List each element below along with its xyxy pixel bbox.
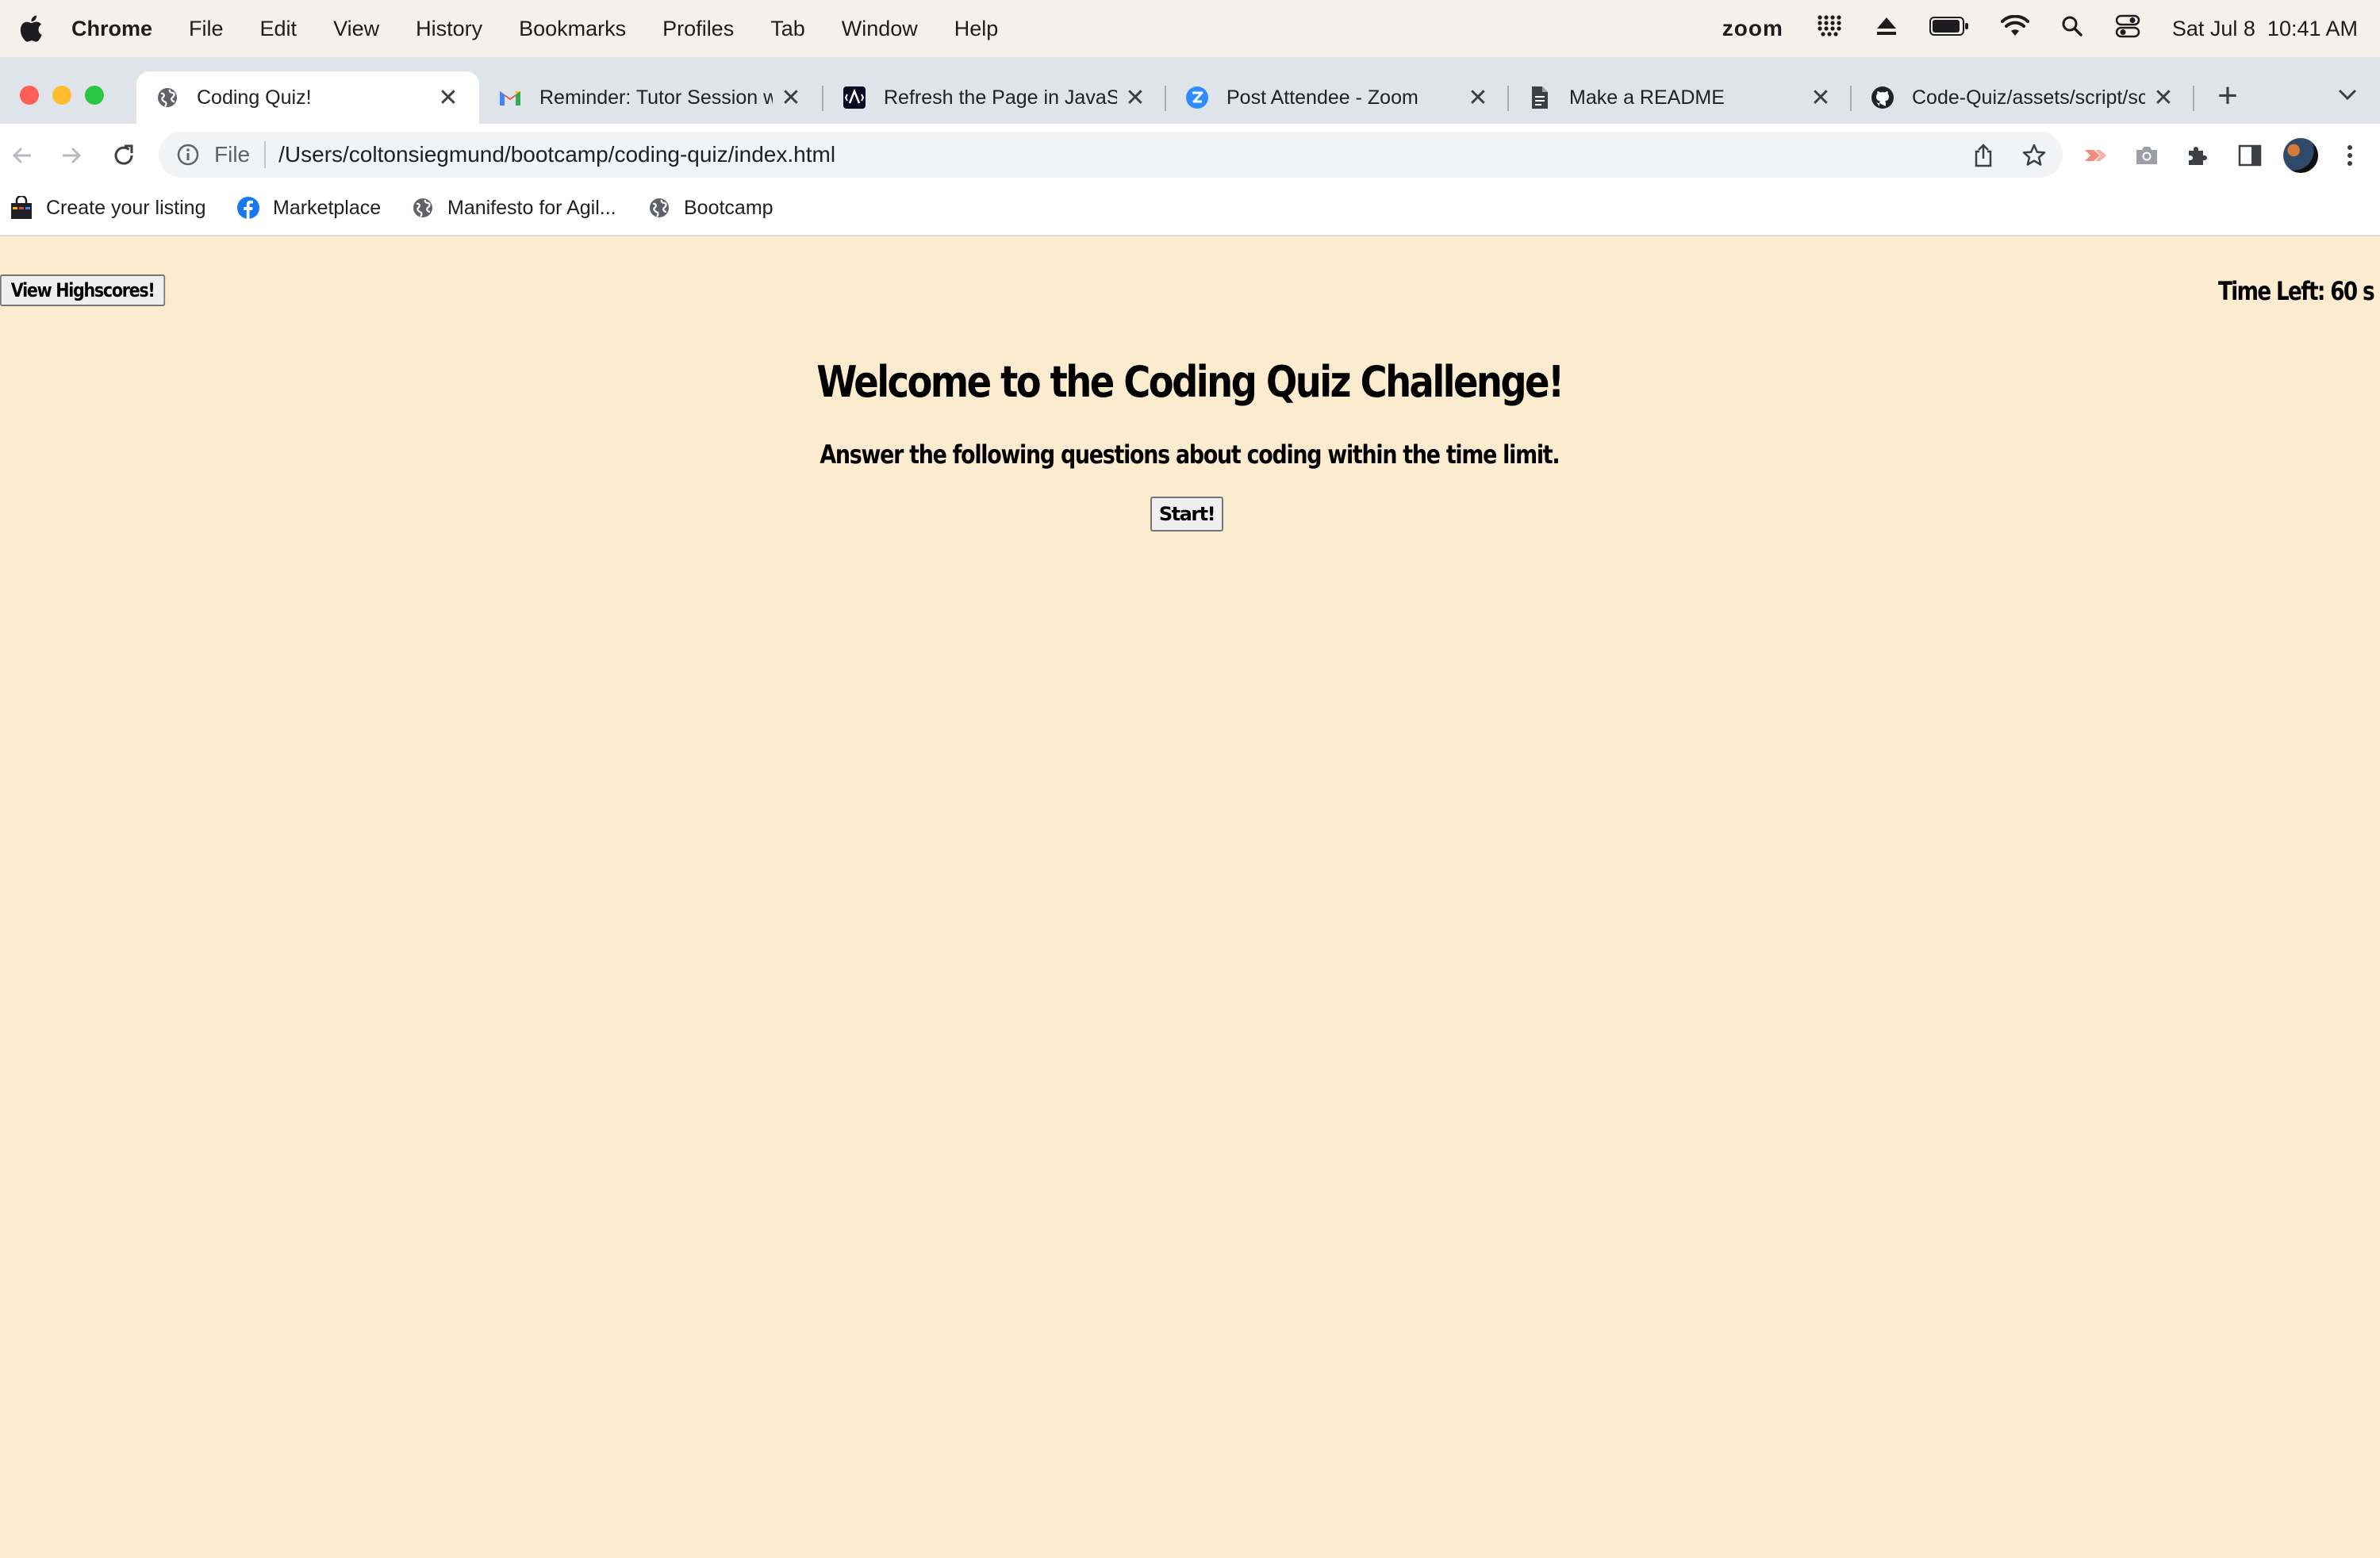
extensions-puzzle-icon[interactable] [2183, 141, 2212, 170]
macos-menu-bar: Chrome File Edit View History Bookmarks … [0, 0, 2380, 57]
tab-make-readme[interactable]: Make a README ✕ [1509, 71, 1852, 124]
facebook-icon [236, 196, 260, 220]
menu-tab[interactable]: Tab [770, 17, 805, 41]
profile-avatar[interactable] [2283, 138, 2318, 173]
close-tab-icon[interactable]: ✕ [2152, 84, 2175, 112]
control-center-icon[interactable] [2115, 14, 2140, 44]
tab-search-chevron-down-icon[interactable] [2337, 87, 2358, 106]
tab-title: Code-Quiz/assets/script/sc [1912, 86, 2145, 109]
menu-app-chrome[interactable]: Chrome [71, 17, 152, 41]
clock-datetime[interactable]: Sat Jul 8 10:41 AM [2172, 17, 2358, 41]
close-tab-icon[interactable]: ✕ [779, 84, 803, 112]
reload-icon[interactable] [109, 141, 138, 170]
bookmark-star-icon[interactable] [2020, 141, 2048, 170]
tab-gmail-reminder[interactable]: Reminder: Tutor Session wi ✕ [479, 71, 822, 124]
menu-file[interactable]: File [189, 17, 224, 41]
menu-window[interactable]: Window [842, 17, 918, 41]
share-icon[interactable] [1969, 141, 1998, 170]
eject-icon[interactable] [1875, 16, 1898, 42]
tab-coding-quiz[interactable]: Coding Quiz! ✕ [136, 71, 479, 124]
kebab-menu-icon[interactable] [2336, 141, 2364, 170]
spotlight-search-icon[interactable] [2061, 15, 2083, 43]
file-scheme-label: File [214, 142, 251, 167]
close-window-button[interactable] [20, 86, 39, 105]
instructions-text: Answer the following questions about cod… [820, 439, 1560, 470]
bookmark-create-your-listing[interactable]: Create your listing [10, 192, 205, 224]
menu-bookmarks[interactable]: Bookmarks [519, 17, 626, 41]
tab-title: Make a README [1569, 86, 1725, 109]
site-info-icon[interactable] [176, 143, 200, 167]
close-tab-icon[interactable]: ✕ [1809, 84, 1833, 112]
github-icon [1871, 86, 1894, 109]
tab-separator [2193, 86, 2194, 111]
globe-icon [411, 196, 435, 220]
bookmark-label: Create your listing [46, 196, 206, 219]
zoom-icon [1185, 86, 1209, 109]
gmail-icon [498, 86, 522, 109]
bookmark-marketplace[interactable]: Marketplace [236, 192, 381, 224]
bookmark-label: Marketplace [273, 196, 382, 219]
address-bar[interactable]: File /Users/coltonsiegmund/bootcamp/codi… [159, 132, 2063, 178]
freecodecamp-icon [843, 86, 866, 109]
battery-icon[interactable] [1929, 16, 1969, 42]
tab-post-attendee-zoom[interactable]: Post Attendee - Zoom ✕ [1166, 71, 1509, 124]
bookmark-bootcamp[interactable]: Bootcamp [647, 192, 774, 224]
menu-history[interactable]: History [416, 17, 482, 41]
tab-refresh-page-javascript[interactable]: Refresh the Page in JavaSc ✕ [823, 71, 1166, 124]
camera-extension-icon[interactable] [2132, 141, 2161, 170]
screencast-extension-icon[interactable] [2082, 141, 2110, 170]
side-panel-icon[interactable] [2236, 141, 2264, 170]
menu-profiles[interactable]: Profiles [662, 17, 734, 41]
close-tab-icon[interactable]: ✕ [1123, 84, 1147, 112]
tab-title: Post Attendee - Zoom [1226, 86, 1418, 109]
minimize-window-button[interactable] [52, 86, 71, 105]
globe-icon [647, 196, 671, 220]
tab-title: Reminder: Tutor Session wi [539, 86, 773, 109]
shopping-bag-icon [10, 196, 33, 220]
address-separator [264, 141, 267, 168]
wifi-icon[interactable] [2000, 14, 2029, 43]
new-tab-plus-icon[interactable]: + [2213, 76, 2242, 116]
time-left-display: Time Left: 60 s [2218, 276, 2375, 306]
forward-arrow-icon[interactable] [57, 141, 86, 170]
zoom-status-item[interactable]: zoom [1722, 16, 1783, 41]
menu-view[interactable]: View [333, 17, 379, 41]
page-title: Welcome to the Coding Quiz Challenge! [816, 357, 1564, 407]
back-arrow-icon[interactable] [8, 141, 36, 170]
menu-edit[interactable]: Edit [260, 17, 298, 41]
menu-bar-status-area: zoom Sat Jul 8 10:41 AM [1691, 0, 2358, 57]
bookmark-label: Manifesto for Agil... [447, 196, 616, 219]
apple-icon[interactable] [17, 13, 44, 44]
page-content: View Highscores! Time Left: 60 s Welcome… [0, 236, 2380, 1558]
globe-icon [155, 86, 179, 109]
menu-help[interactable]: Help [954, 17, 999, 41]
document-icon [1528, 86, 1552, 109]
tab-title: Coding Quiz! [197, 86, 312, 109]
close-tab-icon[interactable]: ✕ [436, 84, 460, 112]
zoom-window-button[interactable] [85, 86, 104, 105]
bookmark-label: Bootcamp [684, 196, 774, 219]
start-quiz-button[interactable]: Start! [1150, 497, 1223, 531]
close-tab-icon[interactable]: ✕ [1466, 84, 1490, 112]
tab-github-code-quiz[interactable]: Code-Quiz/assets/script/sc ✕ [1852, 71, 2194, 124]
tab-title: Refresh the Page in JavaSc [884, 86, 1117, 109]
bookmark-manifesto-for-agile[interactable]: Manifesto for Agil... [411, 192, 616, 224]
url-text[interactable]: /Users/coltonsiegmund/bootcamp/coding-qu… [278, 142, 835, 167]
view-highscores-button[interactable]: View Highscores! [0, 274, 166, 306]
dots-grid-icon[interactable] [1815, 13, 1844, 44]
